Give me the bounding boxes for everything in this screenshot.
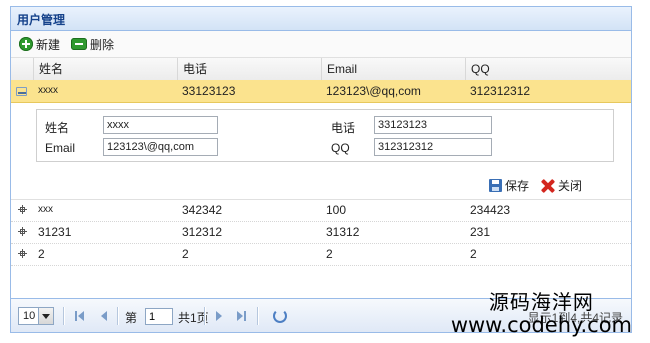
- page-size-select[interactable]: 10: [18, 307, 54, 325]
- first-page-button[interactable]: [75, 310, 87, 322]
- phone-label: 电话: [331, 121, 356, 135]
- cell-phone: 342342: [182, 203, 223, 217]
- detail-form: 姓名 电话 Email QQ: [36, 109, 614, 162]
- first-page-icon: [75, 311, 77, 321]
- next-page-button[interactable]: [214, 310, 226, 322]
- pager-separator: [204, 307, 206, 325]
- panel-header: 用户管理: [11, 7, 631, 31]
- cell-name: xxx: [38, 204, 53, 215]
- pager-info: 显示1到4,共4记录: [527, 311, 623, 325]
- cell-email: 31312: [326, 225, 360, 239]
- page-number-input[interactable]: [145, 308, 173, 325]
- page-size-value: 10: [23, 310, 36, 322]
- prev-page-icon: [101, 311, 107, 321]
- cell-name: xxxx: [38, 85, 58, 96]
- table-row[interactable]: xxx 342342 100 234423: [11, 199, 631, 222]
- chevron-down-icon[interactable]: [38, 308, 53, 324]
- collapse-icon[interactable]: [16, 87, 27, 96]
- close-icon: [541, 179, 555, 193]
- close-button-label: 关闭: [558, 179, 583, 193]
- pager-separator: [257, 307, 259, 325]
- save-button-label: 保存: [505, 179, 530, 193]
- row-detail-editor: 姓名 电话 Email QQ 保存 关闭: [11, 103, 631, 200]
- expand-icon[interactable]: [17, 227, 28, 237]
- new-button[interactable]: 新建: [19, 35, 60, 53]
- cell-email: 100: [326, 203, 347, 217]
- new-button-label: 新建: [36, 37, 61, 52]
- pagination-bar: 10 第 共1页 显示1到4,共4记录: [11, 298, 631, 332]
- qq-label: QQ: [331, 141, 350, 155]
- email-field[interactable]: [103, 138, 218, 156]
- cell-qq: 231: [470, 225, 491, 239]
- save-button[interactable]: 保存: [489, 177, 529, 194]
- cell-name: 2: [38, 247, 45, 261]
- prev-page-button[interactable]: [99, 310, 111, 322]
- cell-qq: 2: [470, 247, 477, 261]
- table-row[interactable]: 2 2 2 2: [11, 243, 631, 266]
- delete-button[interactable]: 删除: [71, 35, 114, 53]
- expand-icon[interactable]: [17, 249, 28, 259]
- table-row-selected[interactable]: xxxx 33123123 123123\@qq,com 312312312: [11, 80, 631, 103]
- pager-separator: [63, 307, 65, 325]
- phone-field[interactable]: [374, 116, 492, 134]
- column-header-name[interactable]: 姓名: [33, 58, 177, 80]
- pager-separator: [117, 307, 119, 325]
- column-header-email[interactable]: Email: [321, 58, 465, 80]
- cell-email: 2: [326, 247, 333, 261]
- add-icon: [19, 37, 33, 51]
- delete-button-label: 删除: [90, 37, 115, 52]
- grid-header: 姓名 电话 Email QQ: [11, 58, 631, 81]
- name-field[interactable]: [103, 116, 218, 134]
- last-page-icon: [237, 311, 243, 321]
- page-prefix: 第: [125, 311, 138, 325]
- qq-field[interactable]: [374, 138, 492, 156]
- cell-phone: 312312: [182, 225, 223, 239]
- refresh-icon[interactable]: [273, 309, 287, 323]
- cell-phone: 2: [182, 247, 189, 261]
- expand-icon[interactable]: [17, 205, 28, 215]
- cell-name: 31231: [38, 225, 72, 239]
- cell-email: 123123\@qq,com: [326, 84, 421, 98]
- cell-qq: 312312312: [470, 84, 531, 98]
- cell-qq: 234423: [470, 203, 511, 217]
- email-label: Email: [45, 141, 76, 155]
- name-label: 姓名: [45, 121, 70, 135]
- panel-title: 用户管理: [17, 13, 66, 27]
- remove-icon: [71, 38, 87, 50]
- close-button[interactable]: 关闭: [541, 177, 582, 194]
- save-icon: [489, 179, 502, 192]
- cell-phone: 33123123: [182, 84, 236, 98]
- table-row[interactable]: 31231 312312 31312 231: [11, 221, 631, 244]
- column-header-phone[interactable]: 电话: [177, 58, 321, 80]
- next-page-icon: [216, 311, 222, 321]
- toolbar: 新建 删除: [11, 31, 631, 58]
- column-header-qq[interactable]: QQ: [465, 58, 609, 80]
- user-management-panel: 用户管理 新建 删除 姓名 电话 Email QQ xxxx 33123123 …: [10, 6, 632, 333]
- last-page-button[interactable]: [237, 310, 249, 322]
